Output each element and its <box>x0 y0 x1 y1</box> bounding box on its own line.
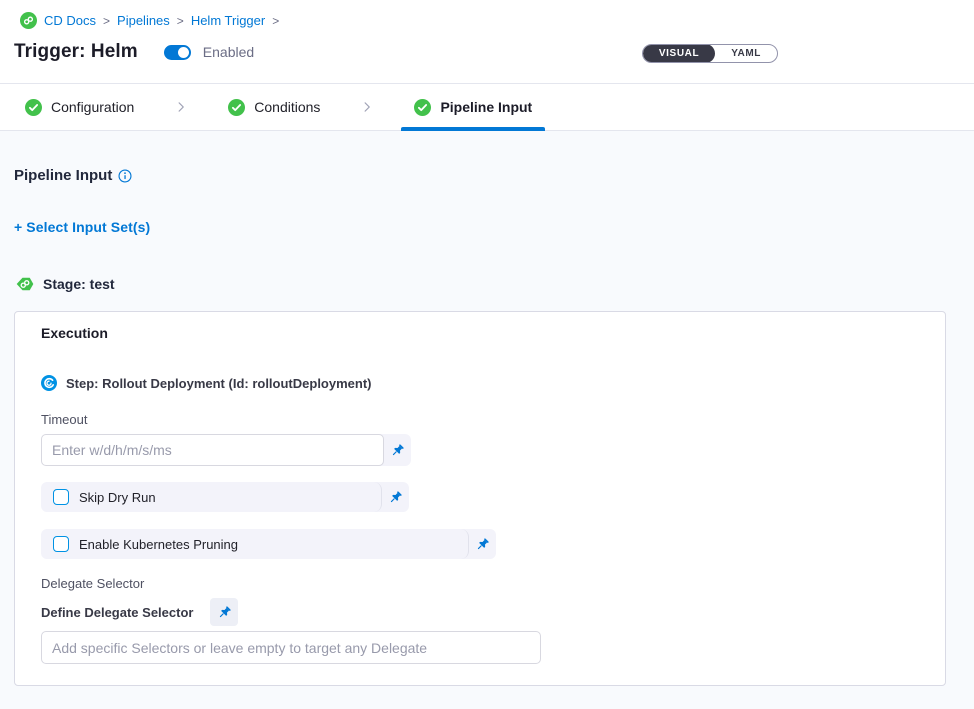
breadcrumb-link-pipelines[interactable]: Pipelines <box>117 13 170 28</box>
pin-icon[interactable] <box>384 434 411 466</box>
toggle-knob <box>178 47 189 58</box>
chevron-right-icon <box>175 101 187 113</box>
breadcrumb-link-helm-trigger[interactable]: Helm Trigger <box>191 13 265 28</box>
app-window: CD Docs > Pipelines > Helm Trigger > Tri… <box>0 0 974 709</box>
select-input-sets-link[interactable]: + Select Input Set(s) <box>14 219 150 235</box>
info-icon[interactable] <box>118 169 132 183</box>
section-title: Pipeline Input <box>14 167 112 184</box>
define-delegate-selector-label: Define Delegate Selector <box>41 605 193 620</box>
active-tab-underline <box>401 127 545 131</box>
page-title: Trigger: Helm <box>14 41 138 63</box>
breadcrumb-separator: > <box>177 14 184 28</box>
check-circle-icon <box>25 99 42 116</box>
stage-label: Stage: test <box>43 276 115 292</box>
tab-conditions[interactable]: Conditions <box>215 84 333 130</box>
cd-module-icon <box>20 12 37 29</box>
breadcrumb: CD Docs > Pipelines > Helm Trigger > <box>14 12 960 29</box>
skip-dry-run-checkbox[interactable] <box>53 489 69 505</box>
timeout-field-group <box>41 434 411 466</box>
visual-yaml-switch: VISUAL YAML <box>642 44 778 63</box>
visual-mode-button[interactable]: VISUAL <box>643 44 715 63</box>
checkbox-label: Enable Kubernetes Pruning <box>79 537 238 552</box>
stage-row: Stage: test <box>14 275 960 293</box>
breadcrumb-link-cd-docs[interactable]: CD Docs <box>44 13 96 28</box>
step-label: Step: Rollout Deployment (Id: rolloutDep… <box>66 376 372 391</box>
tab-pipeline-input[interactable]: Pipeline Input <box>401 84 545 130</box>
enabled-toggle-label: Enabled <box>203 44 254 60</box>
check-circle-icon <box>414 99 431 116</box>
enabled-toggle[interactable] <box>164 45 191 60</box>
pin-icon[interactable] <box>382 482 409 512</box>
enable-kubernetes-pruning-row: Enable Kubernetes Pruning <box>41 529 496 559</box>
chevron-right-icon <box>361 101 373 113</box>
cd-stage-icon <box>16 275 34 293</box>
yaml-mode-button[interactable]: YAML <box>715 44 777 63</box>
breadcrumb-separator: > <box>272 14 279 28</box>
title-row: Trigger: Helm Enabled <box>14 41 960 63</box>
tab-label: Configuration <box>51 99 134 115</box>
page-header: CD Docs > Pipelines > Helm Trigger > Tri… <box>0 0 974 84</box>
pipeline-input-panel: Pipeline Input + Select Input Set(s) Sta… <box>0 131 974 709</box>
step-row: Step: Rollout Deployment (Id: rolloutDep… <box>41 375 919 391</box>
check-circle-icon <box>228 99 245 116</box>
execution-card: Execution Step: Rollout Deployment (Id: … <box>14 311 946 686</box>
skip-dry-run-row: Skip Dry Run <box>41 482 409 512</box>
tab-configuration[interactable]: Configuration <box>12 84 147 130</box>
enable-kubernetes-pruning-option[interactable]: Enable Kubernetes Pruning <box>41 529 469 559</box>
pin-icon[interactable] <box>210 598 238 626</box>
enable-kubernetes-pruning-checkbox[interactable] <box>53 536 69 552</box>
timeout-input[interactable] <box>41 434 384 466</box>
section-title-row: Pipeline Input <box>14 131 960 184</box>
delegate-selector-label: Delegate Selector <box>41 576 919 591</box>
define-delegate-selector-row: Define Delegate Selector <box>41 598 919 626</box>
execution-card-title: Execution <box>41 325 919 341</box>
tab-label: Pipeline Input <box>440 99 532 115</box>
rollout-step-icon <box>41 375 57 391</box>
wizard-tabbar: Configuration Conditions Pipeline Input <box>0 84 974 131</box>
pin-icon[interactable] <box>469 529 496 559</box>
delegate-selectors-input[interactable] <box>41 631 541 664</box>
checkbox-label: Skip Dry Run <box>79 490 156 505</box>
breadcrumb-separator: > <box>103 14 110 28</box>
tab-label: Conditions <box>254 99 320 115</box>
skip-dry-run-option[interactable]: Skip Dry Run <box>41 482 382 512</box>
timeout-label: Timeout <box>41 412 919 427</box>
